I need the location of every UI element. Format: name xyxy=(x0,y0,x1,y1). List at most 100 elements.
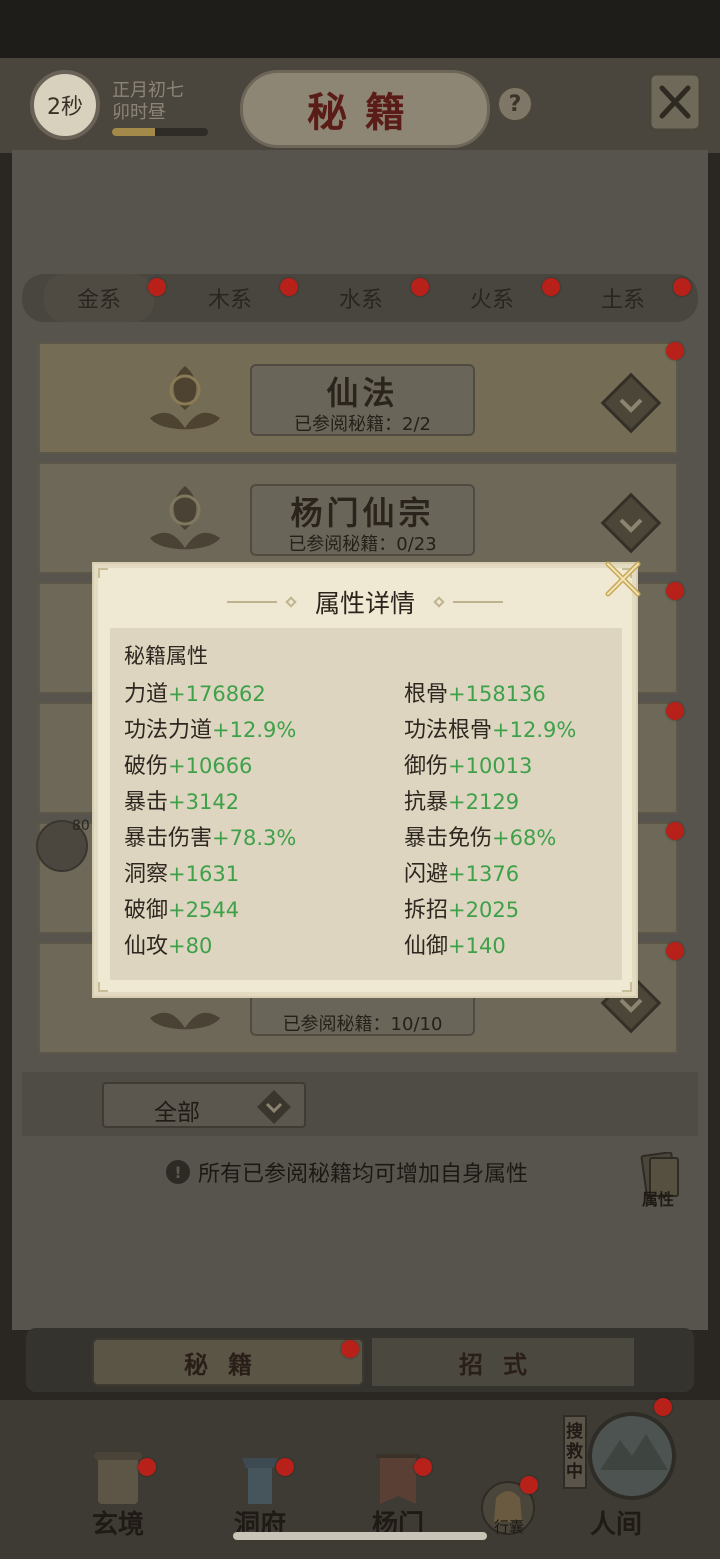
rescue-badge: 搜救中 xyxy=(566,1422,583,1482)
stat-name: 拆招 xyxy=(404,898,449,923)
expand-chevron-icon[interactable] xyxy=(600,492,662,554)
notify-dot xyxy=(666,822,684,840)
filter-label: 全部 xyxy=(154,1100,200,1126)
title-ornament xyxy=(285,596,297,608)
stat-value: +78.3% xyxy=(212,826,297,850)
info-icon: ! xyxy=(166,1160,190,1184)
attribute-button[interactable]: 属性 xyxy=(636,1151,688,1210)
stat-name: 洞察 xyxy=(124,862,169,887)
stat-row-right: 抗暴+2129 xyxy=(404,784,519,816)
dialog-corner xyxy=(98,982,108,992)
notify-dot xyxy=(411,278,429,296)
date-line-2: 卯时昼 xyxy=(112,102,166,123)
header: 2秒 正月初七 卯时昼 秘籍 ? xyxy=(0,58,720,153)
stat-name: 暴击免伤 xyxy=(404,826,493,851)
stat-name: 闪避 xyxy=(404,862,449,887)
notify-dot xyxy=(666,342,684,360)
notify-dot xyxy=(276,1458,294,1476)
page-title-plate: 秘籍 xyxy=(240,70,490,148)
stat-value: +158136 xyxy=(448,682,546,706)
stat-name: 功法根骨 xyxy=(404,718,493,743)
notify-dot xyxy=(148,278,166,296)
stat-name: 暴击 xyxy=(124,790,169,815)
stat-value: +12.9% xyxy=(492,718,577,742)
stat-row-right: 御伤+10013 xyxy=(404,748,532,780)
nav-label: 行囊 xyxy=(494,1518,525,1536)
notify-dot xyxy=(666,582,684,600)
section-progress: 已参阅秘籍：0/23 xyxy=(288,534,437,555)
tab-wood[interactable]: 木系 xyxy=(175,274,285,322)
notify-dot xyxy=(666,942,684,960)
tab-label: 秘籍 xyxy=(184,1349,272,1379)
stat-name: 功法力道 xyxy=(124,718,213,743)
tab-water[interactable]: 水系 xyxy=(306,274,416,322)
dialog-close-button[interactable] xyxy=(600,556,646,602)
stat-name: 抗暴 xyxy=(404,790,449,815)
tab-label: 土系 xyxy=(600,288,645,313)
notify-dot xyxy=(138,1458,156,1476)
notify-dot xyxy=(654,1398,672,1416)
notify-dot xyxy=(542,278,560,296)
stat-row-left: 功法力道+12.9% xyxy=(124,712,296,744)
hint-label: 所有已参阅秘籍均可增加自身属性 xyxy=(198,1162,529,1187)
page-title: 秘籍 xyxy=(307,89,423,136)
tab-label: 火系 xyxy=(469,288,514,313)
title-ornament xyxy=(452,601,503,603)
stat-row-right: 暴击免伤+68% xyxy=(404,820,556,852)
stat-value: +1376 xyxy=(448,862,520,886)
timer-text: 2秒 xyxy=(47,95,83,120)
nav-label: 玄境 xyxy=(91,1510,144,1540)
home-indicator xyxy=(233,1532,487,1540)
close-x-icon xyxy=(648,72,702,132)
filter-dropdown[interactable]: 全部 xyxy=(102,1082,306,1128)
nav-label: 人间 xyxy=(590,1510,643,1540)
stat-row-left: 洞察+1631 xyxy=(124,856,239,888)
stat-value: +176862 xyxy=(168,682,266,706)
stat-value: +3142 xyxy=(168,790,240,814)
section-item[interactable]: 仙法 已参阅秘籍：2/2 xyxy=(38,342,678,454)
title-ornament xyxy=(227,601,278,603)
nav-renjian[interactable]: 搜救中 人间 xyxy=(560,1400,690,1540)
status-bar xyxy=(0,0,720,58)
stat-name: 破伤 xyxy=(124,754,169,779)
stat-value: +10666 xyxy=(168,754,253,778)
stat-row-left: 破伤+10666 xyxy=(124,748,252,780)
stat-row-left: 破御+2544 xyxy=(124,892,239,924)
expand-chevron-icon[interactable] xyxy=(600,372,662,434)
lotus-emblem-icon xyxy=(150,486,220,550)
chat-count: 80 xyxy=(72,818,90,834)
tab-secret-books[interactable]: 秘籍 xyxy=(92,1338,364,1386)
stat-name: 仙御 xyxy=(404,934,449,959)
stat-name: 御伤 xyxy=(404,754,449,779)
attribute-label: 属性 xyxy=(642,1190,675,1209)
close-page-button[interactable] xyxy=(648,72,702,136)
stat-row-right: 根骨+158136 xyxy=(404,676,546,708)
stat-value: +140 xyxy=(448,934,506,958)
stat-value: +1631 xyxy=(168,862,240,886)
tab-metal[interactable]: 金系 xyxy=(44,274,154,322)
section-item[interactable]: 杨门仙宗 已参阅秘籍：0/23 xyxy=(38,462,678,574)
tab-moves[interactable]: 招式 xyxy=(372,1338,634,1386)
chevron-down-icon xyxy=(257,1090,291,1124)
stat-value: +2544 xyxy=(168,898,240,922)
stat-name: 破御 xyxy=(124,898,169,923)
section-progress: 已参阅秘籍：2/2 xyxy=(294,414,431,435)
tab-earth[interactable]: 土系 xyxy=(568,274,678,322)
timer-progress-fill xyxy=(112,128,156,136)
stat-value: +80 xyxy=(168,934,213,958)
notify-dot xyxy=(341,1340,359,1358)
tab-label: 金系 xyxy=(76,288,121,313)
notify-dot xyxy=(414,1458,432,1476)
tab-label: 招式 xyxy=(459,1349,547,1379)
notify-dot xyxy=(280,278,298,296)
tab-fire[interactable]: 火系 xyxy=(437,274,547,322)
help-icon[interactable]: ? xyxy=(497,86,533,122)
tab-label: 水系 xyxy=(338,288,383,313)
stat-row-left: 仙攻+80 xyxy=(124,928,212,960)
section-progress: 已参阅秘籍：10/10 xyxy=(282,1014,443,1035)
timer-badge: 2秒 xyxy=(30,70,100,140)
stat-value: +12.9% xyxy=(212,718,297,742)
notify-dot xyxy=(520,1476,538,1494)
notify-dot xyxy=(666,702,684,720)
stat-value: +68% xyxy=(492,826,557,850)
